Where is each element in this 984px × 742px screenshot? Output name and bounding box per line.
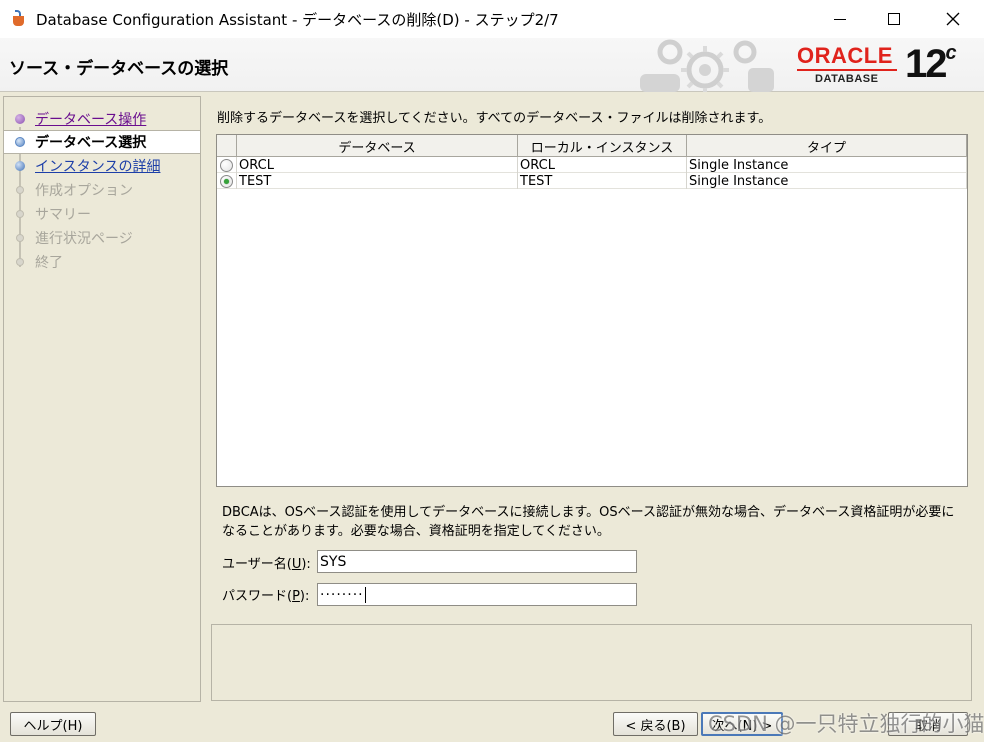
nav-item-creation-options: 作成オプション xyxy=(4,178,200,202)
minimize-button[interactable] xyxy=(817,0,863,38)
step-current-icon xyxy=(15,137,25,147)
table-header: データベース ローカル・インスタンス タイプ xyxy=(217,135,967,157)
instruction-text: 削除するデータベースを選択してください。すべてのデータベース・ファイルは削除され… xyxy=(217,111,772,126)
database-table: データベース ローカル・インスタンス タイプ ORCL ORCL Single … xyxy=(216,134,968,487)
nav-item-label: サマリー xyxy=(35,207,91,223)
cancel-button[interactable]: 取消 xyxy=(888,712,968,736)
row-select-cell[interactable] xyxy=(217,157,237,173)
cell-type: Single Instance xyxy=(687,173,967,189)
message-area xyxy=(211,624,972,701)
title-bar: Database Configuration Assistant - データベー… xyxy=(0,0,984,38)
table-header-type[interactable]: タイプ xyxy=(687,135,967,157)
oracle-logo: ORACLE DATABASE xyxy=(797,44,905,85)
step-disabled-icon xyxy=(16,234,24,242)
step-done-icon xyxy=(15,114,25,124)
page-header: ソース・データベースの選択 ORACLE DATABASE 12c xyxy=(0,38,984,92)
table-row[interactable]: ORCL ORCL Single Instance xyxy=(217,157,967,173)
version-number: 12 xyxy=(905,42,947,86)
step-disabled-icon xyxy=(16,186,24,194)
table-header-instance[interactable]: ローカル・インスタンス xyxy=(518,135,687,157)
window-title: Database Configuration Assistant - データベー… xyxy=(36,10,559,29)
nav-item-finish: 終了 xyxy=(4,250,200,274)
close-button[interactable] xyxy=(930,0,976,38)
cell-database: TEST xyxy=(237,173,518,189)
gears-decoration-icon xyxy=(640,39,774,92)
version-logo: 12c xyxy=(905,42,957,87)
nav-item-label: 作成オプション xyxy=(35,183,133,199)
oracle-wordmark: ORACLE xyxy=(797,43,893,68)
maximize-button[interactable] xyxy=(871,0,917,38)
cell-instance: ORCL xyxy=(518,157,687,173)
step-disabled-icon xyxy=(16,258,24,266)
minimize-icon xyxy=(834,18,846,20)
nav-item-label: 終了 xyxy=(35,255,63,271)
username-label: ユーザー名(U): xyxy=(222,557,311,572)
nav-item-instance-details[interactable]: インスタンスの詳細 xyxy=(4,154,200,178)
page-title: ソース・データベースの選択 xyxy=(9,59,229,79)
password-value: ········ xyxy=(320,586,364,603)
nav-item-label: データベース選択 xyxy=(35,135,147,151)
password-label: パスワード(P): xyxy=(222,589,310,604)
username-input[interactable]: SYS xyxy=(317,550,637,573)
credential-note: DBCAは、OSベース認証を使用してデータベースに接続します。OSベース認証が無… xyxy=(222,505,955,539)
version-suffix: c xyxy=(945,42,957,64)
row-select-cell[interactable] xyxy=(217,173,237,189)
table-header-database[interactable]: データベース xyxy=(237,135,518,157)
java-app-icon xyxy=(10,10,28,28)
step-navigation: データベース操作 データベース選択 インスタンスの詳細 作成オプション サマリー… xyxy=(3,96,201,702)
maximize-icon xyxy=(888,13,900,25)
nav-item-progress-page: 進行状況ページ xyxy=(4,226,200,250)
username-mnemonic: U xyxy=(291,557,302,572)
nav-item-database-operation[interactable]: データベース操作 xyxy=(4,107,200,131)
row-radio-button[interactable] xyxy=(220,158,233,172)
password-input[interactable]: ········ xyxy=(317,583,637,606)
nav-item-label: 進行状況ページ xyxy=(35,231,133,247)
close-icon xyxy=(946,12,960,26)
password-mnemonic: P xyxy=(292,589,300,604)
nav-item-summary: サマリー xyxy=(4,202,200,226)
nav-item-label: インスタンスの詳細 xyxy=(35,159,161,175)
database-wordmark: DATABASE xyxy=(815,73,879,85)
next-button[interactable]: 次へ(N) > xyxy=(701,712,783,736)
step-pending-icon xyxy=(15,161,25,171)
nav-item-database-selection[interactable]: データベース選択 xyxy=(4,130,200,154)
help-button[interactable]: ヘルプ(H) xyxy=(10,712,96,736)
cell-instance: TEST xyxy=(518,173,687,189)
cell-database: ORCL xyxy=(237,157,518,173)
text-caret xyxy=(364,586,366,603)
table-header-select xyxy=(217,135,237,157)
username-value: SYS xyxy=(320,553,347,570)
cell-type: Single Instance xyxy=(687,157,967,173)
step-disabled-icon xyxy=(16,210,24,218)
row-radio-button-selected[interactable] xyxy=(220,174,233,188)
back-button[interactable]: < 戻る(B) xyxy=(613,712,698,736)
nav-item-label: データベース操作 xyxy=(35,112,147,128)
table-row[interactable]: TEST TEST Single Instance xyxy=(217,173,967,189)
